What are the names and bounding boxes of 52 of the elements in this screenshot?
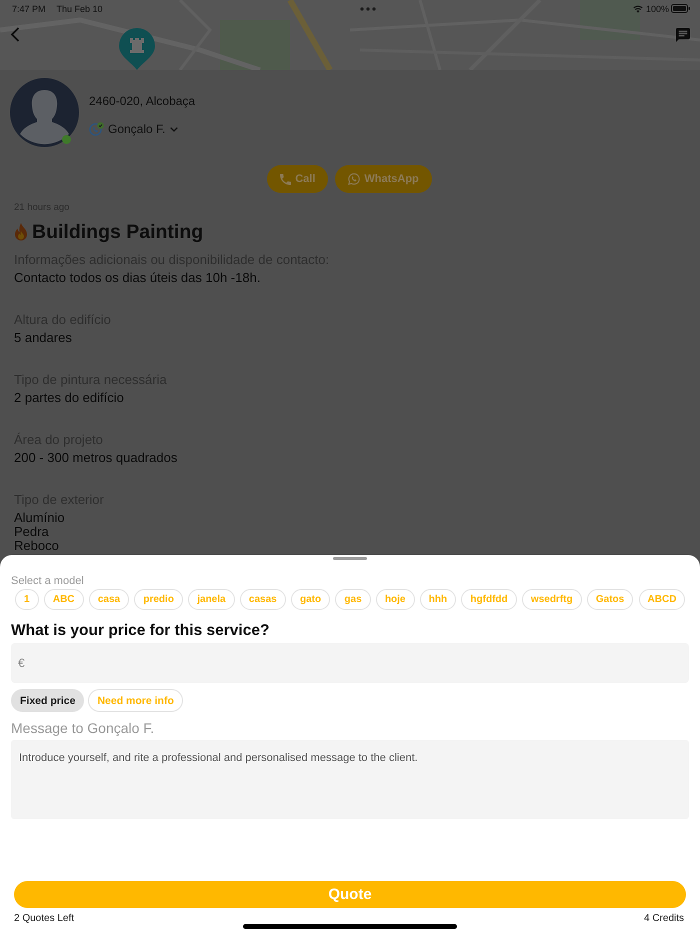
detail-value: Alumínio (14, 511, 65, 525)
model-chip[interactable]: gato (291, 589, 330, 610)
model-chip[interactable]: predio (134, 589, 183, 610)
message-label: Message to Gonçalo F. (11, 719, 154, 737)
model-chip[interactable]: hgfdfdd (461, 589, 517, 610)
map-pin-icon (119, 28, 155, 70)
client-name-dropdown[interactable]: Gonçalo F. (108, 122, 178, 136)
model-chip[interactable]: hhh (420, 589, 456, 610)
model-chip[interactable]: ABCD (638, 589, 686, 610)
model-chip[interactable]: Gatos (586, 589, 634, 610)
phone-icon (280, 174, 292, 184)
avatar-icon (10, 78, 79, 147)
back-icon (10, 27, 20, 42)
quote-button[interactable]: Quote (14, 881, 686, 908)
model-chip[interactable]: 1 (15, 589, 39, 610)
detail-value: 5 andares (14, 331, 72, 345)
price-type-chip[interactable]: Fixed price (11, 689, 84, 712)
model-chip[interactable]: casa (88, 589, 130, 610)
client-location: 2460-020, Alcobaça (89, 94, 196, 108)
status-date: Thu Feb 10 (56, 4, 103, 14)
status-time: 7:47 PM (12, 4, 46, 14)
more-icon[interactable] (360, 6, 376, 10)
model-label: Select a model (11, 574, 84, 588)
model-chip[interactable]: wsedrftg (522, 589, 582, 610)
model-chip[interactable]: hoje (376, 589, 414, 610)
price-type-chip[interactable]: Need more info (88, 689, 183, 712)
detail-value: 200 - 300 metros quadrados (14, 451, 178, 465)
chevron-down-icon (170, 126, 178, 132)
model-chip[interactable]: ABC (44, 589, 84, 610)
model-chip[interactable]: gas (335, 589, 371, 610)
message-field[interactable]: Introduce yourself, and rite a professional and personalised message to the client. (11, 740, 689, 819)
battery-percentage: 100% (646, 4, 669, 14)
message-button[interactable]: WhatsApp (335, 165, 432, 193)
battery-icon (671, 4, 690, 13)
quotes-left: 2 Quotes Left (14, 912, 74, 926)
request-title: Buildings Painting (32, 220, 204, 244)
detail-value: Reboco (14, 539, 59, 553)
call-button[interactable]: Call (267, 165, 328, 193)
detail-value: 2 partes do edifício (14, 391, 124, 405)
wifi-icon (632, 4, 643, 12)
price-question: What is your price for this service? (11, 621, 270, 641)
drag-handle[interactable] (333, 557, 367, 560)
detail-value: Pedra (14, 525, 49, 539)
back-button[interactable] (10, 27, 20, 42)
model-chip[interactable]: casas (240, 589, 286, 610)
credits-count: 4 Credits (644, 912, 684, 926)
phone-bubble-icon (348, 173, 360, 185)
detail-value: Contacto todos os dias úteis das 10h -18h. (14, 271, 260, 285)
chat-button[interactable] (676, 28, 690, 42)
model-chip[interactable]: janela (188, 589, 235, 610)
price-field[interactable]: € (11, 643, 689, 683)
chat-icon (676, 28, 690, 42)
